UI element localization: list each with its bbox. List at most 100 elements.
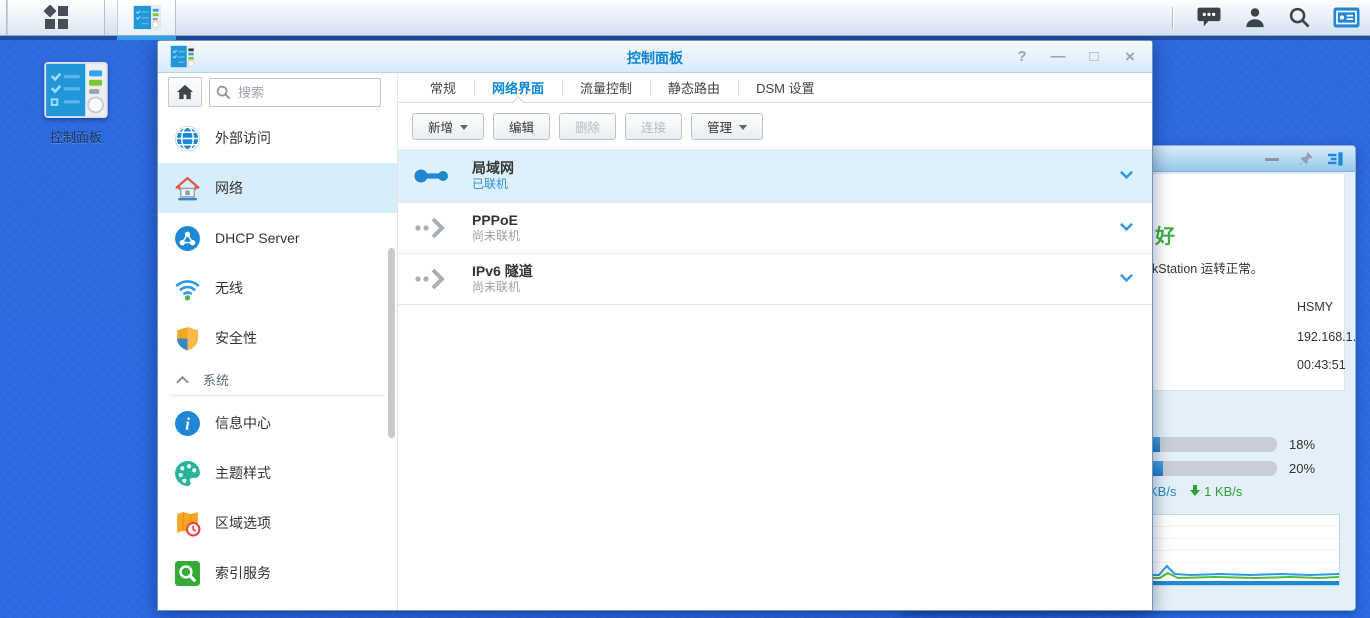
search-icon [216, 85, 231, 105]
control-panel-icon [133, 5, 161, 30]
cpu-usage-bar [1134, 437, 1277, 452]
ram-usage-bar [1134, 461, 1277, 476]
sidebar-item-info-center[interactable]: i 信息中心 [158, 398, 397, 448]
lan-connection-icon [414, 165, 458, 187]
edit-button[interactable]: 编辑 [493, 113, 550, 140]
close-button[interactable]: × [1122, 49, 1138, 65]
interface-list: 局域网 已联机 PPPoE 尚未联机 [398, 150, 1152, 610]
widget-minimize-icon[interactable] [1265, 158, 1279, 161]
sidebar-item-network[interactable]: 网络 [158, 163, 397, 213]
sidebar-item-regional-options[interactable]: 区域选项 [158, 498, 397, 548]
sidebar-section-label: 系统 [203, 370, 229, 389]
sidebar-item-label: 安全性 [215, 328, 257, 348]
sidebar-item-label: 区域选项 [215, 513, 271, 533]
pilot-view-icon[interactable] [1333, 7, 1360, 28]
interface-status: 尚未联机 [472, 280, 533, 295]
globe-icon [174, 125, 201, 152]
user-icon[interactable] [1244, 6, 1266, 29]
sidebar-item-label: DHCP Server [215, 230, 300, 246]
sidebar-scrollbar[interactable] [388, 248, 395, 438]
sidebar-item-label: 索引服务 [215, 563, 271, 583]
maximize-button[interactable]: □ [1086, 49, 1102, 65]
pin-icon[interactable] [1299, 151, 1314, 171]
interface-name: IPv6 隧道 [472, 263, 533, 280]
network-speed-row: KB/s 1 KB/s [1149, 484, 1242, 499]
interface-row-lan[interactable]: 局域网 已联机 [398, 150, 1152, 203]
network-home-icon [174, 175, 201, 202]
download-arrow-icon [1190, 485, 1200, 496]
control-panel-icon [44, 62, 108, 123]
ip-address-value: 192.168.1.200 [1297, 330, 1356, 344]
sidebar-item-external-access[interactable]: 外部访问 [158, 113, 397, 163]
help-button[interactable]: ? [1014, 49, 1030, 65]
dsm-desktop: 好 DiskStation 运转正常。 HSMY 192.168.1.200 0… [0, 0, 1370, 618]
control-panel-window: 控制面板 ? — □ × [157, 40, 1153, 611]
tab-general[interactable]: 常规 [412, 73, 474, 102]
main-menu-button[interactable] [7, 0, 105, 35]
divider [170, 395, 385, 396]
manage-button[interactable]: 管理 [691, 113, 763, 140]
dropdown-caret-icon [460, 125, 468, 130]
connect-button[interactable]: 连接 [625, 113, 682, 140]
ram-usage-percent: 20% [1289, 461, 1315, 476]
chevron-down-icon[interactable] [1119, 167, 1134, 185]
widget-panel-icon[interactable] [1327, 152, 1344, 171]
chevron-up-icon [176, 375, 189, 384]
create-button[interactable]: 新增 [412, 113, 484, 140]
tab-traffic-control[interactable]: 流量控制 [562, 73, 650, 102]
interface-status: 尚未联机 [472, 229, 520, 244]
taskbar-control-panel-button[interactable] [117, 0, 176, 35]
sidebar-item-label: 无线 [215, 278, 243, 298]
server-name-value: HSMY [1297, 300, 1333, 314]
uptime-value: 00:43:51 [1297, 358, 1346, 372]
sidebar-item-index-service[interactable]: 索引服务 [158, 548, 397, 598]
search-input[interactable] [209, 78, 381, 107]
active-app-indicator [117, 36, 176, 40]
sidebar-item-partial[interactable] [158, 598, 397, 610]
partial-icon [174, 610, 201, 611]
tab-dsm-settings[interactable]: DSM 设置 [738, 73, 833, 102]
delete-button[interactable]: 删除 [559, 113, 616, 140]
interface-row-pppoe[interactable]: PPPoE 尚未联机 [398, 203, 1152, 254]
interface-name: PPPoE [472, 212, 520, 229]
sidebar-item-label: 网络 [215, 178, 243, 198]
interface-name: 局域网 [472, 160, 514, 177]
health-headline: 好 [1155, 220, 1175, 249]
dhcp-server-icon [174, 225, 201, 252]
interface-status: 已联机 [472, 177, 514, 192]
tab-static-route[interactable]: 静态路由 [650, 73, 738, 102]
minimize-button[interactable]: — [1050, 49, 1066, 65]
taskbar [0, 0, 1370, 36]
shortcut-label: 控制面板 [28, 127, 124, 146]
chevron-down-icon[interactable] [1119, 219, 1134, 237]
ipv6-tunnel-disconnected-icon [414, 267, 458, 291]
sidebar-item-label: 主题样式 [215, 463, 271, 483]
sidebar-section-system[interactable]: 系统 [158, 363, 397, 395]
tab-bar: 常规 网络界面 流量控制 静态路由 DSM 设置 [398, 73, 1152, 103]
notifications-icon[interactable] [1196, 6, 1222, 29]
control-panel-shortcut[interactable]: 控制面板 [28, 62, 124, 146]
index-search-icon [174, 560, 201, 587]
sidebar: 外部访问 网络 DHCP Server 无线 [158, 73, 398, 610]
taskbar-shadow [0, 36, 1370, 40]
sidebar-item-dhcp-server[interactable]: DHCP Server [158, 213, 397, 263]
window-titlebar[interactable]: 控制面板 ? — □ × [158, 41, 1152, 73]
sidebar-item-theme[interactable]: 主题样式 [158, 448, 397, 498]
search-icon[interactable] [1288, 6, 1311, 29]
chevron-down-icon[interactable] [1119, 270, 1134, 288]
upload-speed: KB/s [1149, 484, 1176, 499]
interface-row-ipv6-tunnel[interactable]: IPv6 隧道 尚未联机 [398, 254, 1152, 305]
svg-text:i: i [185, 414, 190, 433]
toolbar: 新增 编辑 删除 连接 管理 [398, 103, 1152, 150]
main-pane: 常规 网络界面 流量控制 静态路由 DSM 设置 新增 编辑 删除 [398, 73, 1152, 610]
sidebar-item-security[interactable]: 安全性 [158, 313, 397, 363]
home-button[interactable] [168, 77, 202, 107]
sidebar-item-wireless[interactable]: 无线 [158, 263, 397, 313]
health-message: DiskStation 运转正常。 [1134, 258, 1263, 277]
tab-network-interface[interactable]: 网络界面 [474, 73, 562, 102]
sidebar-item-label: 外部访问 [215, 128, 271, 148]
dropdown-caret-icon [739, 125, 747, 130]
main-menu-grid-icon [45, 6, 68, 29]
window-title: 控制面板 [158, 48, 1152, 68]
show-desktop-edge[interactable] [0, 0, 7, 35]
